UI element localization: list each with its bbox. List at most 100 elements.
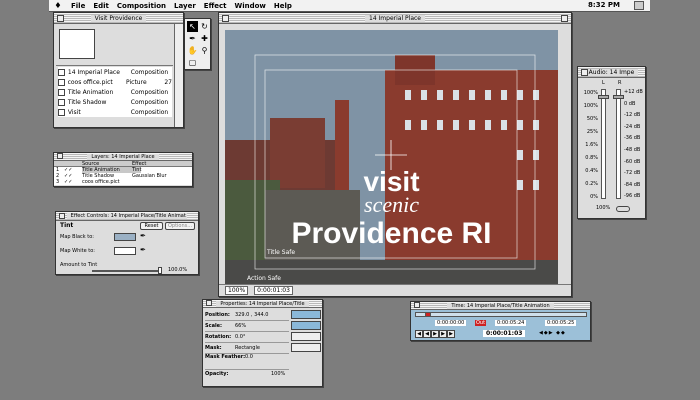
effect-name: Tint: [60, 222, 74, 229]
close-box-icon[interactable]: [581, 69, 588, 76]
step-forward-icon[interactable]: ▶: [439, 330, 447, 338]
project-item[interactable]: coos office.pict Picture 27: [58, 77, 172, 87]
effect-controls-titlebar[interactable]: Effect Controls: 14 Imperial Place/Title…: [56, 212, 198, 221]
rotate-tool-icon[interactable]: ↻: [199, 21, 210, 32]
zoom-tool-icon[interactable]: ⚲: [199, 45, 210, 56]
close-box-icon[interactable]: [414, 302, 420, 308]
audio-left-slider[interactable]: [598, 95, 609, 99]
zoom-level[interactable]: 100%: [225, 286, 249, 295]
time-ruler[interactable]: [415, 312, 587, 317]
amount-slider-thumb[interactable]: [158, 267, 162, 274]
property-row[interactable]: Position: 329.0 , 344.0: [205, 310, 289, 321]
mask-value[interactable]: Rectangle: [235, 345, 260, 351]
composition-titlebar[interactable]: 14 Imperial Place: [219, 13, 571, 24]
property-row[interactable]: Scale: 66%: [205, 321, 289, 332]
rotation-keyframe-button[interactable]: [291, 332, 321, 341]
eyedropper-icon[interactable]: ✒: [140, 246, 146, 254]
zoom-box-icon[interactable]: [561, 15, 568, 22]
close-box-icon[interactable]: [59, 213, 65, 219]
project-item-name: 14 Imperial Place: [67, 68, 120, 76]
anchor-tool-icon[interactable]: ✚: [199, 33, 210, 44]
application-icon[interactable]: [634, 1, 644, 10]
menu-composition[interactable]: Composition: [113, 2, 170, 10]
eyedropper-icon[interactable]: ✒: [140, 232, 146, 240]
start-time[interactable]: 0:00:00:00: [435, 320, 467, 326]
menu-edit[interactable]: Edit: [89, 2, 113, 10]
scale-keyframe-button[interactable]: [291, 321, 321, 330]
keyframe-nav-icon[interactable]: ◀◆▶ ◆◆: [539, 330, 566, 336]
pen-tool-icon[interactable]: ✒: [187, 33, 198, 44]
property-label: Position:: [205, 312, 230, 318]
layers-titlebar[interactable]: Layers: 14 Imperial Place: [54, 153, 192, 161]
right-scale-tick: -60 dB: [624, 158, 641, 165]
current-time-display[interactable]: 0:00:01:03: [254, 286, 293, 295]
audio-loop-icon[interactable]: [616, 206, 630, 212]
first-frame-icon[interactable]: ◀: [415, 330, 423, 338]
project-scrollbar[interactable]: [174, 24, 183, 127]
transport-controls: ◀ ◀ ▶ ▶ ▶: [415, 330, 465, 338]
map-white-swatch[interactable]: [114, 247, 136, 255]
duration-time[interactable]: 0:00:05:25: [545, 320, 577, 326]
audio-window: Audio: 14 Impe L R 100% 100% 50% 25% 1.6…: [577, 66, 646, 219]
menu-help[interactable]: Help: [270, 2, 296, 10]
property-row[interactable]: Mask: Rectangle: [205, 343, 289, 354]
project-item[interactable]: Title Animation Composition: [58, 87, 172, 97]
right-scale-tick: -96 dB: [624, 193, 641, 200]
opacity-value[interactable]: 100%: [271, 371, 285, 377]
amount-slider-track[interactable]: [92, 270, 162, 272]
project-item[interactable]: Visit Composition: [58, 107, 172, 117]
left-scale-tick: 50%: [586, 116, 598, 122]
properties-titlebar[interactable]: Properties: 14 Imperial Place/Title: [203, 300, 322, 308]
menu-file[interactable]: File: [67, 2, 89, 10]
close-box-icon[interactable]: [57, 153, 63, 159]
menu-layer[interactable]: Layer: [170, 2, 200, 10]
project-item-type: Composition: [130, 98, 169, 106]
selection-tool-icon[interactable]: ↖: [187, 21, 198, 32]
property-row[interactable]: Rotation: 0.0°: [205, 332, 289, 343]
amount-value[interactable]: 100.0%: [168, 267, 187, 273]
picture-icon: [58, 78, 65, 86]
close-box-icon[interactable]: [206, 300, 212, 306]
property-row[interactable]: Opacity: 100%: [205, 371, 289, 385]
out-label[interactable]: Out: [475, 320, 487, 326]
rotation-value[interactable]: 0.0°: [235, 334, 245, 340]
play-icon[interactable]: ▶: [431, 330, 439, 338]
position-value[interactable]: 329.0 , 344.0: [235, 312, 268, 318]
menu-window[interactable]: Window: [230, 2, 269, 10]
project-item-type: Composition: [130, 88, 169, 96]
project-item[interactable]: Title Shadow Composition: [58, 97, 172, 107]
options-button[interactable]: Options...: [165, 222, 195, 230]
property-row[interactable]: Mask Feather: 0.0: [205, 354, 289, 370]
left-scale-tick: 100%: [583, 103, 598, 109]
current-time[interactable]: 0:00:01:03: [483, 330, 526, 337]
audio-titlebar[interactable]: Audio: 14 Impe: [578, 67, 645, 78]
project-item[interactable]: 14 Imperial Place Composition: [58, 67, 172, 77]
motion-path-button[interactable]: [291, 310, 321, 319]
menu-effect[interactable]: Effect: [200, 2, 231, 10]
out-time[interactable]: 0:00:05:24: [495, 320, 527, 326]
layer-row[interactable]: 3 ✓✓ coos office.pict: [54, 179, 192, 185]
project-item-type: Composition: [130, 68, 169, 76]
composition-canvas[interactable]: visit scenic Providence RI Title Safe Ac…: [225, 30, 558, 284]
reset-button[interactable]: Reset: [140, 222, 163, 230]
audio-right-slider[interactable]: [613, 95, 624, 99]
right-scale-tick: -84 dB: [624, 181, 641, 188]
mask-keyframe-button[interactable]: [291, 343, 321, 352]
apple-menu-icon[interactable]: ♦: [49, 1, 67, 10]
project-titlebar[interactable]: Visit Providence: [54, 13, 183, 24]
audio-left-meter: [601, 89, 606, 199]
step-back-icon[interactable]: ◀: [423, 330, 431, 338]
hand-tool-icon[interactable]: ✋: [187, 45, 198, 56]
project-preview: [59, 29, 95, 59]
left-scale-tick: 0.8%: [585, 155, 598, 161]
close-box-icon[interactable]: [222, 15, 229, 22]
time-titlebar[interactable]: Time: 14 Imperial Place/Title Animation: [411, 302, 590, 310]
time-work-area[interactable]: [425, 312, 431, 317]
map-black-swatch[interactable]: [114, 233, 136, 241]
layer-switches-icon[interactable]: ✓✓: [64, 179, 82, 185]
mask-tool-icon[interactable]: ▢: [187, 57, 198, 68]
mask-feather-value[interactable]: 0.0: [245, 354, 253, 360]
scale-value[interactable]: 66%: [235, 323, 246, 329]
last-frame-icon[interactable]: ▶: [447, 330, 455, 338]
close-box-icon[interactable]: [57, 15, 64, 22]
